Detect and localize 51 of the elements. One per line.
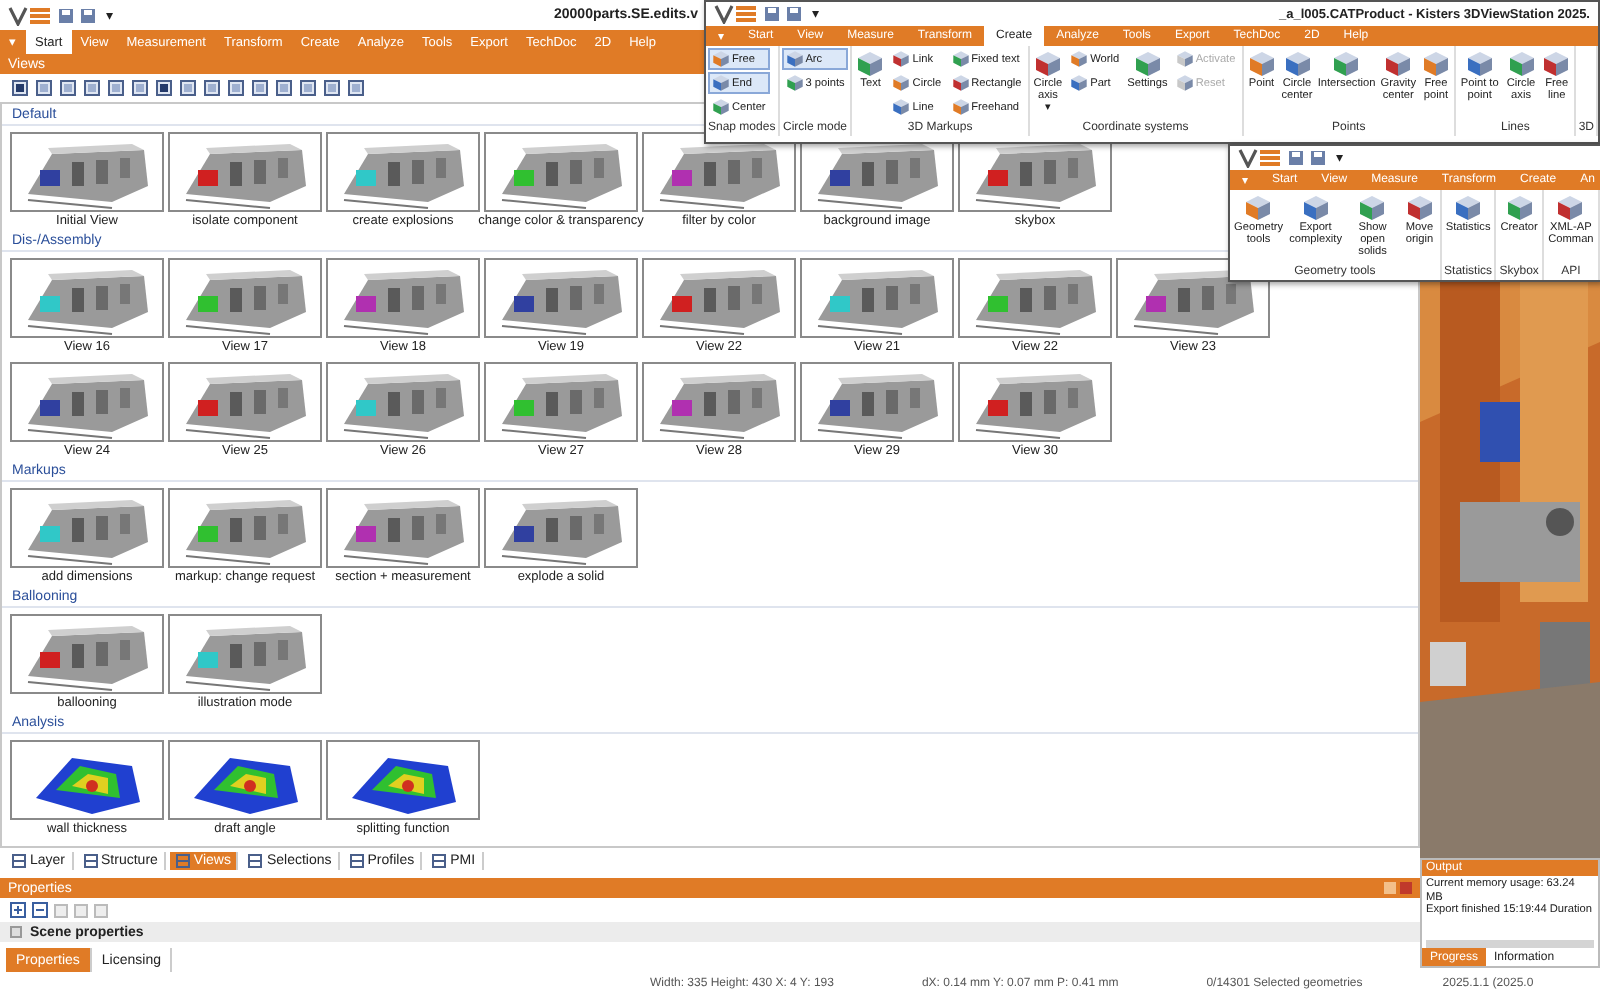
grid-icon [349,854,364,868]
cube-icon [1332,50,1361,78]
cube-icon [712,50,730,68]
cube-icon [1384,50,1413,78]
floppy-icon[interactable] [764,6,780,22]
cube-icon [1070,50,1089,68]
cube-icon [1422,50,1450,78]
cube-icon [951,98,970,116]
window-controls-icon[interactable] [1384,882,1412,894]
cube-icon [1507,50,1536,78]
floppy-icon[interactable] [786,6,802,22]
cube-icon [1542,50,1571,78]
floppy-icon[interactable] [1310,150,1326,166]
cube-icon [785,50,804,68]
cube-icon [951,50,970,68]
grid-icon [432,854,447,868]
cube-icon [1033,50,1062,78]
cube-icon [1244,194,1273,222]
grid-icon [10,926,22,938]
cube-icon [1556,194,1585,222]
cube-icon [1175,74,1194,92]
cube-icon [1070,74,1089,92]
cube-icon [1301,194,1330,222]
cube-icon [1175,50,1194,68]
cube-icon [1405,194,1434,222]
floppy-icon[interactable] [58,7,74,23]
cube-icon [1133,50,1162,78]
logo-icon [8,5,52,25]
cube-icon [892,50,911,68]
cube-icon [712,74,730,92]
grid-icon [248,854,263,868]
cube-icon [892,74,911,92]
cube-icon [1505,194,1534,222]
floppy-icon[interactable] [80,7,96,23]
cube-icon [1283,50,1311,78]
cube-icon [1247,50,1276,78]
cube-icon [1358,194,1387,222]
cube-icon [856,50,885,78]
expand-icon[interactable] [10,902,26,918]
horizontal-scrollbar[interactable] [1426,940,1594,948]
grid-icon [12,854,26,868]
collapse-icon[interactable] [32,902,48,918]
cube-icon [1454,194,1483,222]
cube-icon [712,98,730,116]
cube-icon [1465,50,1494,78]
grid-icon [175,854,190,868]
floppy-icon[interactable] [1288,150,1304,166]
cube-icon [951,74,970,92]
grid-icon [83,854,98,868]
cube-icon [892,98,911,116]
cube-icon [785,74,804,92]
